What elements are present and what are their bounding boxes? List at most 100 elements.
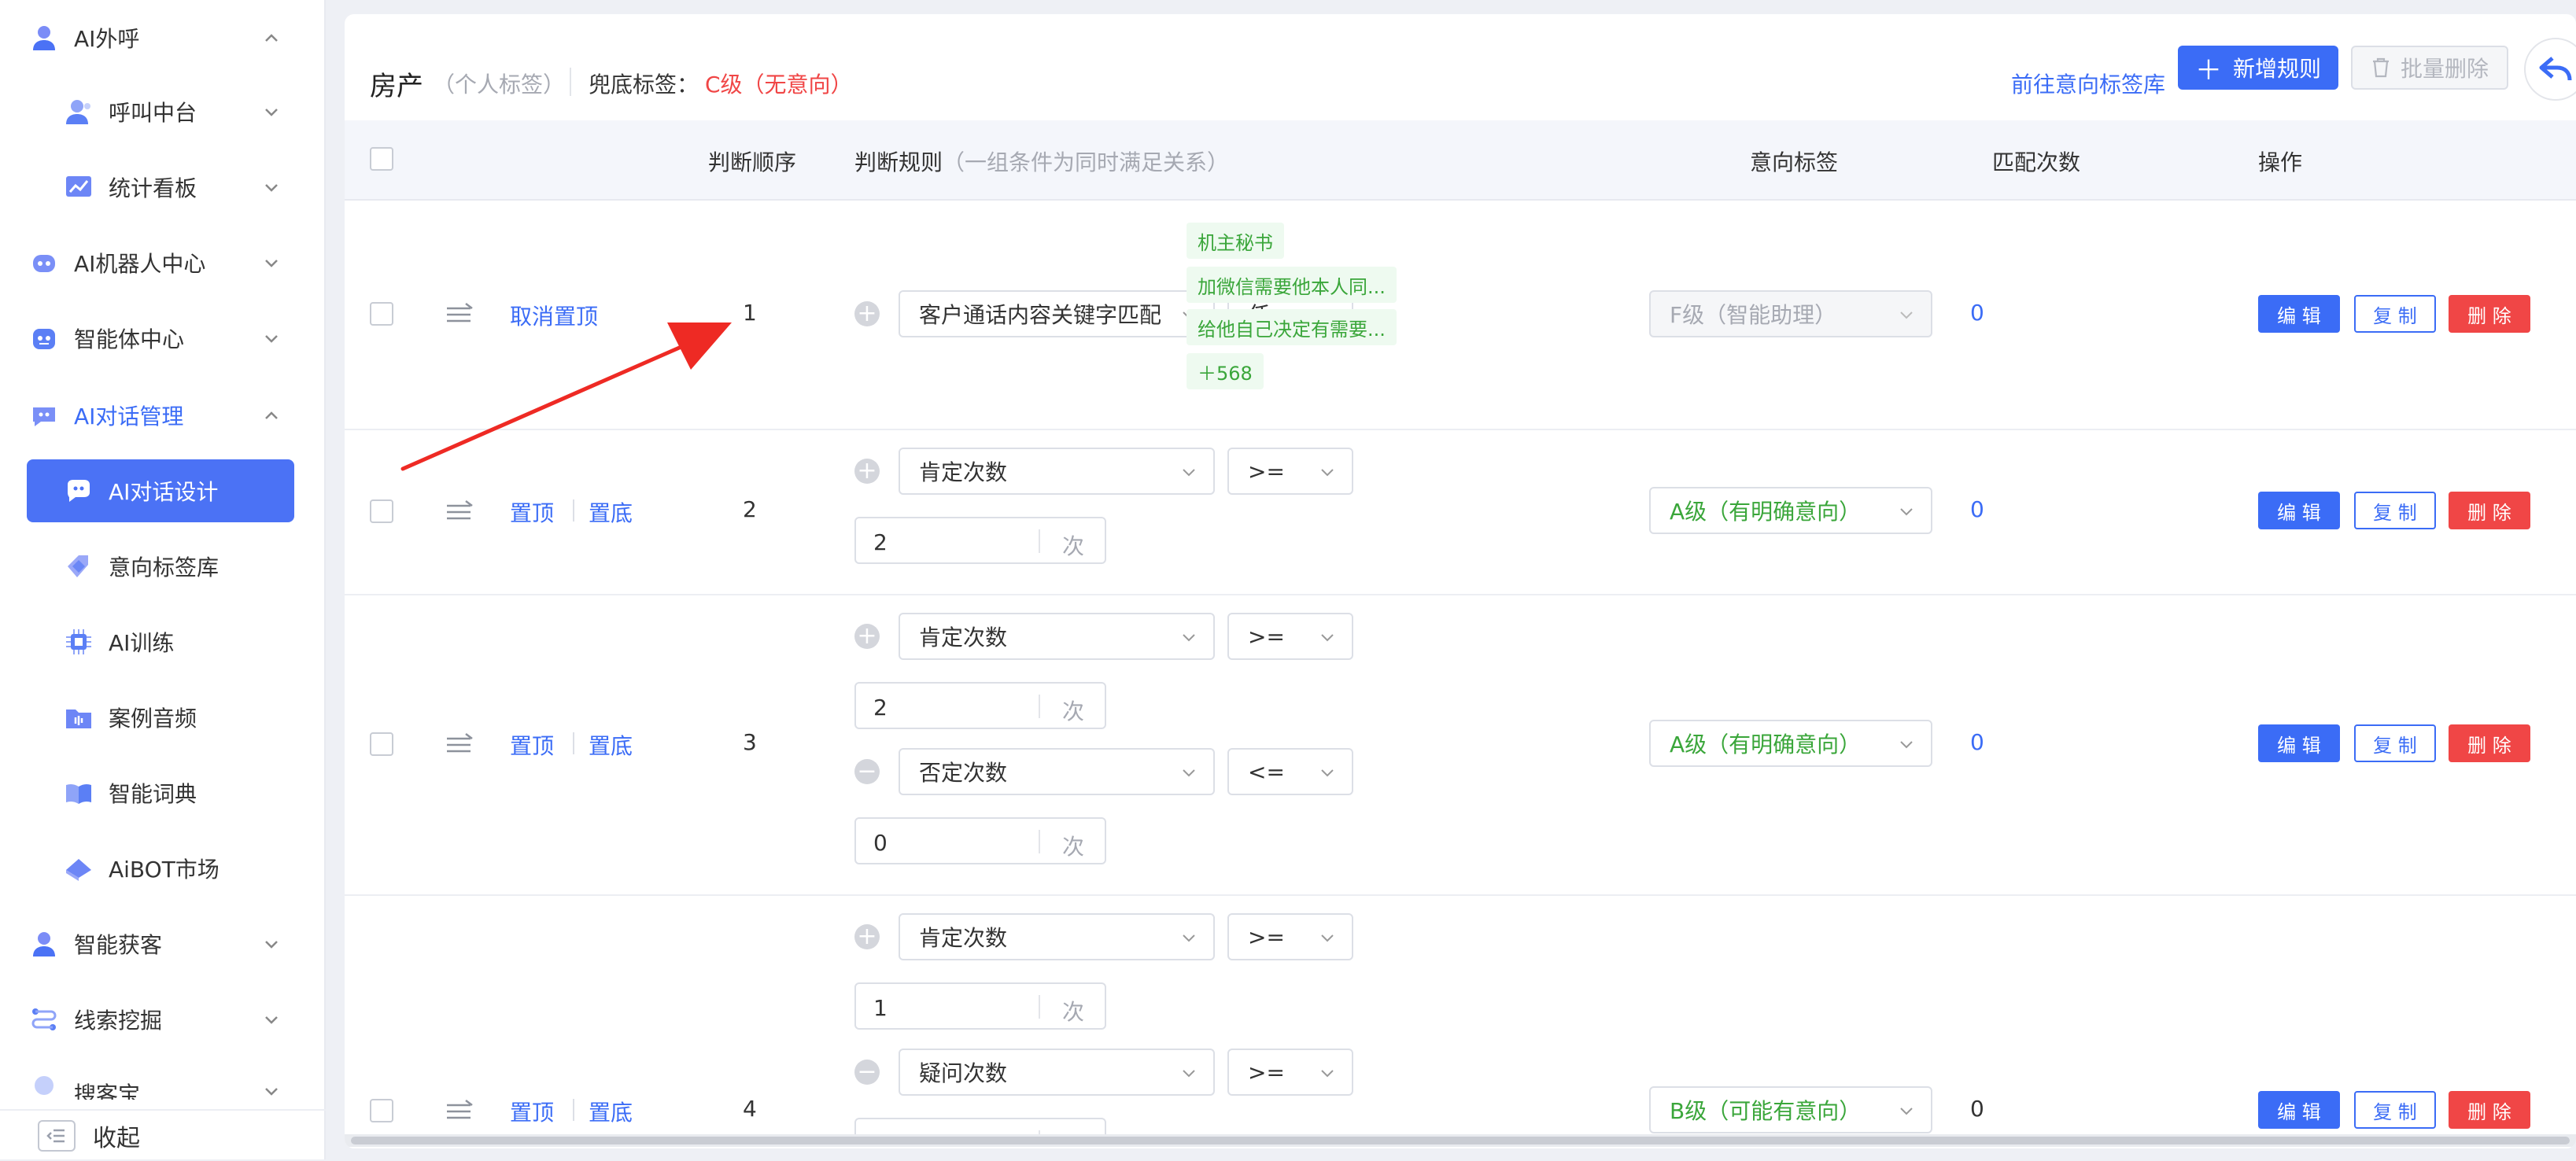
sidebar-item-label: 意向标签库 [109,555,220,580]
delete-button[interactable]: 删 除 [2449,724,2530,762]
add-condition-icon[interactable]: + [854,301,880,326]
row-checkbox[interactable] [370,499,393,523]
count-input[interactable]: 2 次 [854,517,1106,564]
select-all-checkbox[interactable] [370,147,393,171]
count-input[interactable]: 1 次 [854,1118,1106,1134]
drag-handle-icon[interactable] [445,732,474,756]
back-button[interactable] [2524,38,2576,101]
condition-operator-select[interactable]: >= [1227,613,1353,660]
edit-button[interactable]: 编 辑 [2258,295,2340,333]
sidebar-item-call-center[interactable]: 呼叫中台 [27,85,294,138]
pin-top-link[interactable]: 置顶 [510,729,554,761]
keyword-tag: 机主秘书 [1187,223,1284,259]
add-rule-button[interactable]: ＋ 新增规则 [2178,46,2338,90]
condition-field-select[interactable]: 客户通话内容关键字匹配 [899,290,1215,337]
go-to-tag-library-link[interactable]: 前往意向标签库 [2011,68,2165,99]
add-rule-label: 新增规则 [2232,56,2321,82]
intent-tag-select[interactable]: B级（可能有意向） [1649,1086,1932,1133]
horizontal-scrollbar[interactable] [345,1134,2576,1147]
remove-condition-icon[interactable]: − [854,759,880,784]
condition-operator-select[interactable]: >= [1227,448,1353,495]
count-value: 0 [873,830,888,856]
rule-order: 4 [743,1096,757,1122]
count-input[interactable]: 1 次 [854,982,1106,1030]
sidebar-item-search-customer[interactable]: 搜客宝 [27,1068,294,1100]
sidebar-item-robot-center[interactable]: AI机器人中心 [27,236,294,289]
sidebar-item-ai-outbound[interactable]: AI外呼 [27,11,294,64]
condition-field-select[interactable]: 肯定次数 [899,913,1215,960]
row-checkbox[interactable] [370,732,393,756]
condition-operator-select[interactable]: >= [1227,1049,1353,1096]
pin-top-link[interactable]: 置顶 [510,496,554,528]
drag-handle-icon[interactable] [445,302,474,326]
row-checkbox[interactable] [370,302,393,326]
delete-button[interactable]: 删 除 [2449,295,2530,333]
add-condition-icon[interactable]: + [854,459,880,484]
column-header-ops: 操作 [2258,149,2303,175]
count-input[interactable]: 2 次 [854,682,1106,729]
match-count[interactable]: 0 [1970,496,1984,522]
batch-delete-button[interactable]: 批量删除 [2351,46,2508,90]
market-icon [61,851,96,886]
remove-condition-icon[interactable]: − [854,1060,880,1085]
intent-tag-select[interactable]: F级（智能助理） [1649,290,1932,337]
drag-handle-icon[interactable] [445,1099,474,1122]
add-condition-icon[interactable]: + [854,924,880,949]
sidebar-item-label: AiBOT市场 [109,857,220,883]
copy-button[interactable]: 复 制 [2354,724,2436,762]
pin-top-link[interactable]: 置顶 [510,1096,554,1127]
count-input[interactable]: 0 次 [854,817,1106,864]
row-checkbox[interactable] [370,1099,393,1122]
drag-handle-icon[interactable] [445,499,474,523]
copy-button[interactable]: 复 制 [2354,492,2436,529]
chevron-down-icon [1321,469,1334,477]
sidebar-item-case-audio[interactable]: 案例音频 [27,691,294,744]
pin-bottom-link[interactable]: 置底 [589,729,633,761]
delete-button[interactable]: 删 除 [2449,492,2530,529]
sidebar-item-stats-board[interactable]: 统计看板 [27,160,294,214]
keyword-tag: 加微信需要他本人同... [1187,267,1397,303]
count-value: 1 [873,995,888,1021]
condition-field-select[interactable]: 否定次数 [899,748,1215,795]
keyword-more-tag[interactable]: ＋568 [1187,353,1264,389]
sidebar-item-lead-mining[interactable]: 线索挖掘 [27,993,294,1046]
condition-field-select[interactable]: 疑问次数 [899,1049,1215,1096]
match-count[interactable]: 0 [1970,300,1984,326]
condition-operator-select[interactable]: >= [1227,913,1353,960]
pin-bottom-link[interactable]: 置底 [589,496,633,528]
sidebar-item-smart-acquisition[interactable]: 智能获客 [27,917,294,971]
edit-button[interactable]: 编 辑 [2258,724,2340,762]
sidebar-item-ai-training[interactable]: AI训练 [27,615,294,669]
condition-operator-select[interactable]: <= [1227,748,1353,795]
sidebar-item-label: AI机器人中心 [74,251,206,277]
fallback-tag-value[interactable]: C级（无意向） [705,68,853,99]
edit-button[interactable]: 编 辑 [2258,1091,2340,1129]
chevron-down-icon [265,1088,278,1096]
edit-button[interactable]: 编 辑 [2258,492,2340,529]
unpin-link[interactable]: 取消置顶 [510,300,598,331]
condition-field-select[interactable]: 肯定次数 [899,448,1215,495]
copy-button[interactable]: 复 制 [2354,1091,2436,1129]
scrollbar-thumb[interactable] [351,1137,2570,1144]
sidebar-item-smart-dictionary[interactable]: 智能词典 [27,766,294,820]
intent-tag-select[interactable]: A级（有明确意向） [1649,720,1932,767]
table-row: 取消置顶 1 + 客户通话内容关键字匹配 任一 机主秘书 加微信需要他本人同..… [345,199,2576,430]
pin-bottom-link[interactable]: 置底 [589,1096,633,1127]
sidebar-item-label: 智能体中心 [74,326,185,352]
delete-button[interactable]: 删 除 [2449,1091,2530,1129]
condition-field-select[interactable]: 肯定次数 [899,613,1215,660]
robot-icon [27,245,61,280]
sidebar-collapse-button[interactable]: 收起 [0,1109,326,1161]
match-count[interactable]: 0 [1970,729,1984,755]
sidebar-item-intent-tag-lib[interactable]: 意向标签库 [27,540,294,593]
sidebar-item-dialog-management[interactable]: AI对话管理 [27,389,294,442]
sidebar-item-dialog-design[interactable]: AI对话设计 [27,464,294,518]
chevron-down-icon [1183,1070,1195,1078]
intent-tag-select[interactable]: A级（有明确意向） [1649,487,1932,534]
chevron-down-icon [1321,634,1334,642]
copy-button[interactable]: 复 制 [2354,295,2436,333]
add-condition-icon[interactable]: + [854,624,880,649]
sidebar-item-aibot-market[interactable]: AiBOT市场 [27,842,294,895]
sidebar-item-agent-center[interactable]: 智能体中心 [27,311,294,365]
folder-audio-icon [61,700,96,735]
